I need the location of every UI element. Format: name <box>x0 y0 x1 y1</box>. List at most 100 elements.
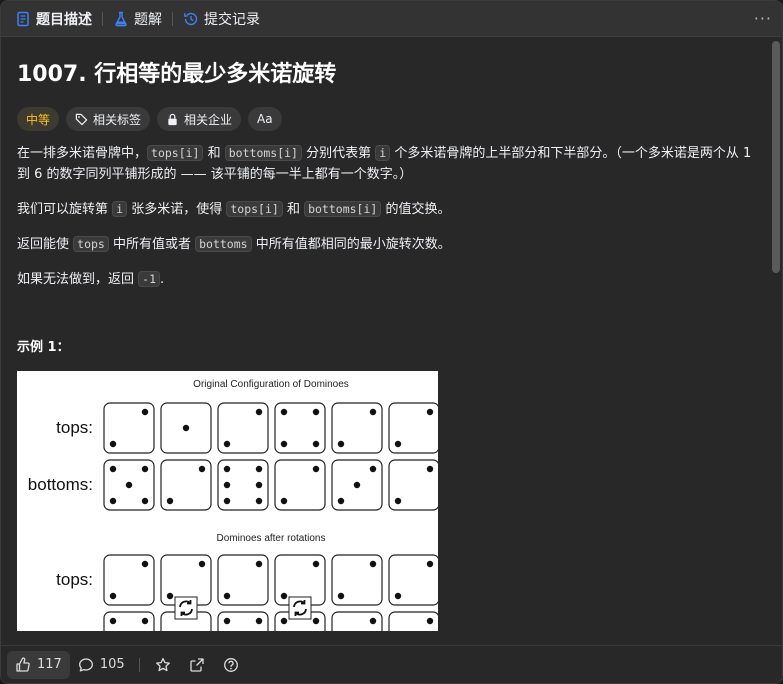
bottoms-rotated-die-3-pip <box>255 617 263 625</box>
rotate-icon <box>288 596 312 620</box>
text: 的值交换。 <box>381 202 451 217</box>
bottoms-original-die-3-pip <box>223 497 231 505</box>
bottoms-rotated-die-5-pip <box>369 617 377 625</box>
text: 张多米诺，使得 <box>127 202 227 217</box>
bottoms-original-die-5-pip <box>337 497 345 505</box>
related-companies-button[interactable]: 相关企业 <box>157 107 242 131</box>
bottoms-original-die-1-pip <box>141 465 149 473</box>
tops-original-die-2-pip <box>182 424 190 432</box>
more-options-icon[interactable]: ··· <box>754 9 772 28</box>
bottoms-original-die-4-pip <box>280 497 288 505</box>
description-paragraph-2: 我们可以旋转第 i 张多米诺，使得 tops[i] 和 bottoms[i] 的… <box>17 199 757 220</box>
text: 在一排多米诺骨牌中， <box>17 146 148 161</box>
flask-icon <box>115 11 127 26</box>
tab-solution[interactable]: 题解 <box>109 1 166 37</box>
tops-original-die-4-pip <box>280 408 288 416</box>
tops-rotated-die-5-pip <box>337 592 345 600</box>
bottoms-original-die-4-pip <box>312 465 320 473</box>
inline-code: tops <box>73 236 109 252</box>
problem-content: 1007. 行相等的最少多米诺旋转 中等 相关标签 相关企业 Aa 在一排多米诺… <box>1 38 771 646</box>
tab-divider <box>172 11 173 26</box>
figure-heading-original: Original Configuration of Dominoes <box>193 379 349 390</box>
figure-label-tops: tops: <box>56 418 93 437</box>
tops-rotated-die-4-pip <box>280 592 288 600</box>
text: 返回能使 <box>17 237 74 252</box>
comments-button[interactable]: 105 <box>70 651 133 679</box>
bottoms-original-die-2-pip <box>198 465 206 473</box>
tops-rotated-die-2-pip <box>198 560 206 568</box>
domino-figure: Original Configuration of Dominoes tops:… <box>17 371 440 646</box>
scrollbar[interactable] <box>772 41 780 643</box>
bottoms-original-die-1-pip <box>125 481 133 489</box>
lock-icon <box>168 113 177 125</box>
bottoms-original-die-3-pip <box>255 481 263 489</box>
toolbar-divider <box>138 657 140 672</box>
inline-code: i <box>112 201 128 217</box>
share-button[interactable] <box>180 651 214 679</box>
inline-code: -1 <box>138 271 160 287</box>
tops-original-die-3-pip <box>255 408 263 416</box>
bottoms-original-die-3-pip <box>223 481 231 489</box>
tab-submissions-label: 提交记录 <box>204 11 260 28</box>
text: 中所有值或者 <box>108 237 196 252</box>
text: 我们可以旋转第 <box>17 202 113 217</box>
share-icon <box>190 657 204 672</box>
tops-rotated-die-1-pip <box>109 592 117 600</box>
related-topics-button[interactable]: 相关标签 <box>66 107 151 131</box>
rotate-icon <box>174 596 198 620</box>
bottoms-rotated-die-4-pip <box>312 617 320 625</box>
bottoms-original-die-3-pip <box>223 465 231 473</box>
related-topics-label: 相关标签 <box>93 112 142 127</box>
tops-original-die-5-pip <box>337 440 345 448</box>
domino-illustration: Original Configuration of Dominoes tops:… <box>28 379 440 646</box>
related-companies-label: 相关企业 <box>184 112 233 127</box>
bottoms-original-die-5-pip <box>369 465 377 473</box>
favorite-button[interactable] <box>146 651 180 679</box>
dice-layer <box>103 402 440 646</box>
bottoms-original-die-2-pip <box>166 497 174 505</box>
tops-original-die-6-pip <box>394 440 402 448</box>
bottom-toolbar: 117 105 <box>1 645 782 683</box>
scrollbar-thumb[interactable] <box>772 41 780 273</box>
like-count: 117 <box>37 657 62 672</box>
description-paragraph-4: 如果无法做到，返回 -1. <box>17 269 757 290</box>
tops-original-die-4-pip <box>312 440 320 448</box>
description-paragraph-1: 在一排多米诺骨牌中， tops[i] 和 bottoms[i] 分别代表第 i 个… <box>17 143 757 185</box>
problem-title[interactable]: 1007. 行相等的最少多米诺旋转 <box>17 60 755 90</box>
bottoms-original-die-1-pip <box>109 497 117 505</box>
star-icon <box>155 657 170 671</box>
question-icon <box>223 657 238 672</box>
tops-rotated-die-6-pip <box>394 592 402 600</box>
translate-icon: Aa <box>257 112 273 126</box>
tab-submissions[interactable]: 提交记录 <box>179 1 264 37</box>
comment-count: 105 <box>99 657 125 672</box>
tops-rotated-die-3-pip <box>223 592 231 600</box>
inline-code: tops[i] <box>226 201 283 217</box>
example-1-heading: 示例 1： <box>17 340 70 355</box>
history-icon <box>184 12 198 25</box>
inline-code: tops[i] <box>147 145 204 161</box>
tab-description-label: 题目描述 <box>36 11 92 28</box>
comment-icon <box>78 657 93 672</box>
help-button[interactable] <box>214 651 248 679</box>
problem-panel: 题目描述 题解 提交记录 ··· 1007. 行相等的最少多米诺旋转 中等 相关… <box>0 0 783 684</box>
inline-code: i <box>375 145 391 161</box>
tops-original-die-6-pip <box>426 408 434 416</box>
tab-divider <box>102 11 103 26</box>
bottoms-rotated-die-3-pip <box>223 617 231 625</box>
inline-code: bottoms[i] <box>304 201 382 217</box>
bottoms-original-die-3-pip <box>255 465 263 473</box>
description-paragraph-3: 返回能使 tops 中所有值或者 bottoms 中所有值都相同的最小旋转次数。 <box>17 234 757 255</box>
text: 分别代表第 <box>302 146 376 161</box>
tag-row: 中等 相关标签 相关企业 Aa <box>17 107 755 131</box>
bottoms-rotated-die-1-pip <box>141 617 149 625</box>
bottoms-original-die-1-pip <box>141 497 149 505</box>
bottoms-original-die-1-pip <box>109 465 117 473</box>
difficulty-badge: 中等 <box>17 107 60 131</box>
translate-button[interactable]: Aa <box>248 107 282 131</box>
bottoms-rotated-die-1-pip <box>109 617 117 625</box>
like-button[interactable]: 117 <box>7 650 70 679</box>
tops-rotated-die-6-pip <box>426 560 434 568</box>
text: . <box>160 272 165 287</box>
tab-description[interactable]: 题目描述 <box>11 1 96 37</box>
